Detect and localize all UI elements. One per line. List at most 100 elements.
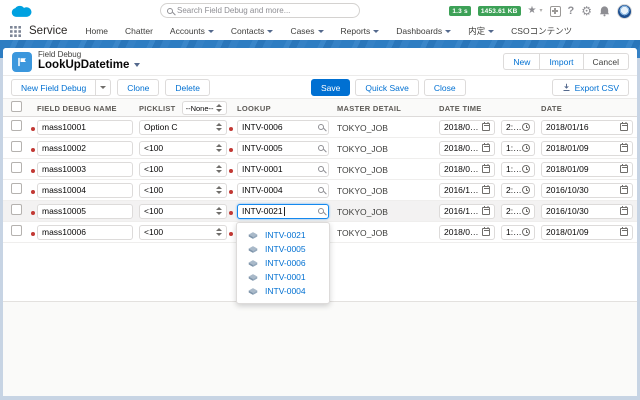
lookup-dropdown-item[interactable]: INTV-0004 [237, 284, 329, 298]
clock-icon[interactable] [522, 144, 530, 152]
quick-save-button[interactable]: Quick Save [355, 79, 419, 96]
nav-tab-home[interactable]: Home [85, 26, 108, 36]
delete-button[interactable]: Delete [165, 79, 210, 96]
calendar-icon[interactable] [482, 122, 490, 131]
clock-icon[interactable] [522, 123, 530, 131]
setup-gear-icon[interactable]: ⚙ [581, 5, 592, 17]
nav-tab-naitei[interactable]: 内定 [468, 25, 495, 37]
date-input[interactable]: 2018/01/09 [541, 140, 633, 156]
datetime-time-input[interactable]: 2:00 [501, 119, 535, 135]
datetime-time-input[interactable]: 2:00 [501, 203, 535, 219]
calendar-icon[interactable] [620, 185, 628, 194]
app-launcher-waffle-icon[interactable] [10, 25, 21, 37]
search-icon[interactable] [318, 145, 324, 151]
lookup-dropdown-item[interactable]: INTV-0001 [237, 270, 329, 284]
lookup-input[interactable]: INTV-0005 [237, 140, 329, 156]
clone-button[interactable]: Clone [117, 79, 160, 96]
lookup-input[interactable]: INTV-0004 [237, 182, 329, 198]
field-debug-name-input[interactable]: mass10005 [37, 203, 133, 219]
lookup-input[interactable]: INTV-0001 [237, 161, 329, 177]
clock-icon[interactable] [522, 207, 530, 215]
picklist-select[interactable]: <100 [139, 224, 227, 240]
date-input[interactable]: 2016/10/30 [541, 182, 633, 198]
notifications-bell-icon[interactable] [599, 5, 610, 17]
datetime-date-input[interactable]: 2018/01/24 [439, 140, 495, 156]
picklist-select[interactable]: <100 [139, 161, 227, 177]
field-debug-name-input[interactable]: mass10002 [37, 140, 133, 156]
field-debug-name-input[interactable]: mass10003 [37, 161, 133, 177]
search-icon[interactable] [318, 124, 324, 130]
field-debug-name-input[interactable]: mass10006 [37, 224, 133, 240]
lookup-input[interactable]: INTV-0006 [237, 119, 329, 135]
row-checkbox[interactable] [11, 141, 22, 152]
datetime-time-input[interactable]: 1:00 [501, 161, 535, 177]
date-input[interactable]: 2018/01/09 [541, 224, 633, 240]
search-icon[interactable] [318, 166, 324, 172]
calendar-icon[interactable] [482, 164, 490, 173]
global-search-input[interactable] [177, 6, 353, 15]
nav-tab-reports[interactable]: Reports [341, 26, 380, 36]
search-icon[interactable] [318, 208, 324, 214]
field-debug-name-input[interactable]: mass10004 [37, 182, 133, 198]
select-all-checkbox[interactable] [11, 101, 22, 112]
calendar-icon[interactable] [620, 206, 628, 215]
global-actions-plus-icon[interactable] [549, 5, 561, 17]
calendar-icon[interactable] [620, 227, 628, 236]
calendar-icon[interactable] [482, 185, 490, 194]
datetime-time-input[interactable]: 2:00 [501, 182, 535, 198]
datetime-date-input[interactable]: 2016/10/30 [439, 182, 495, 198]
search-icon[interactable] [318, 187, 324, 193]
calendar-icon[interactable] [482, 227, 490, 236]
picklist-select[interactable]: <100 [139, 182, 227, 198]
lookup-dropdown-item[interactable]: INTV-0005 [237, 242, 329, 256]
calendar-icon[interactable] [482, 206, 490, 215]
datetime-date-input[interactable]: 2018/01/24 [439, 161, 495, 177]
new-field-debug-button[interactable]: New Field Debug [11, 79, 97, 96]
favorites-star-icon[interactable]: ★ [528, 6, 537, 16]
picklist-select[interactable]: <100 [139, 203, 227, 219]
calendar-icon[interactable] [620, 122, 628, 131]
calendar-icon[interactable] [620, 164, 628, 173]
row-checkbox[interactable] [11, 204, 22, 215]
chevron-down-icon[interactable] [134, 63, 141, 67]
datetime-time-input[interactable]: 1:00 [501, 224, 535, 240]
row-checkbox[interactable] [11, 162, 22, 173]
lookup-dropdown-item[interactable]: INTV-0021 [237, 228, 329, 242]
nav-tab-accounts[interactable]: Accounts [170, 26, 214, 36]
picklist-filter-select[interactable]: --None-- [181, 101, 227, 115]
import-button[interactable]: Import [539, 53, 583, 70]
date-input[interactable]: 2016/10/30 [541, 203, 633, 219]
cancel-button[interactable]: Cancel [582, 53, 629, 70]
clock-icon[interactable] [522, 165, 530, 173]
picklist-select[interactable]: Option C [139, 119, 227, 135]
export-csv-button[interactable]: Export CSV [551, 79, 629, 96]
datetime-date-input[interactable]: 2018/01/23 [439, 119, 495, 135]
datetime-time-input[interactable]: 1:00 [501, 140, 535, 156]
nav-tab-dashboards[interactable]: Dashboards [396, 26, 452, 36]
lookup-dropdown-item[interactable]: INTV-0006 [237, 256, 329, 270]
date-input[interactable]: 2018/01/09 [541, 161, 633, 177]
datetime-date-input[interactable]: 2016/10/30 [439, 203, 495, 219]
save-button[interactable]: Save [311, 79, 351, 96]
nav-tab-chatter[interactable]: Chatter [125, 26, 153, 36]
favorites-caret-icon[interactable]: ▾ [539, 8, 542, 14]
close-button[interactable]: Close [423, 79, 466, 96]
clock-icon[interactable] [522, 186, 530, 194]
new-field-debug-caret-button[interactable] [95, 79, 112, 96]
row-checkbox[interactable] [11, 120, 22, 131]
calendar-icon[interactable] [482, 143, 490, 152]
new-button[interactable]: New [503, 53, 540, 70]
clock-icon[interactable] [522, 228, 530, 236]
field-debug-name-input[interactable]: mass10001 [37, 119, 133, 135]
row-checkbox[interactable] [11, 225, 22, 236]
help-icon[interactable]: ? [568, 5, 575, 17]
date-input[interactable]: 2018/01/16 [541, 119, 633, 135]
row-checkbox[interactable] [11, 183, 22, 194]
datetime-date-input[interactable]: 2018/01/24 [439, 224, 495, 240]
lookup-input-focused[interactable]: INTV-0021 [237, 203, 329, 219]
nav-tab-cases[interactable]: Cases [290, 26, 324, 36]
nav-tab-cso-contents[interactable]: CSOコンテンツ [511, 25, 572, 37]
picklist-select[interactable]: <100 [139, 140, 227, 156]
nav-tab-contacts[interactable]: Contacts [231, 26, 274, 36]
calendar-icon[interactable] [620, 143, 628, 152]
